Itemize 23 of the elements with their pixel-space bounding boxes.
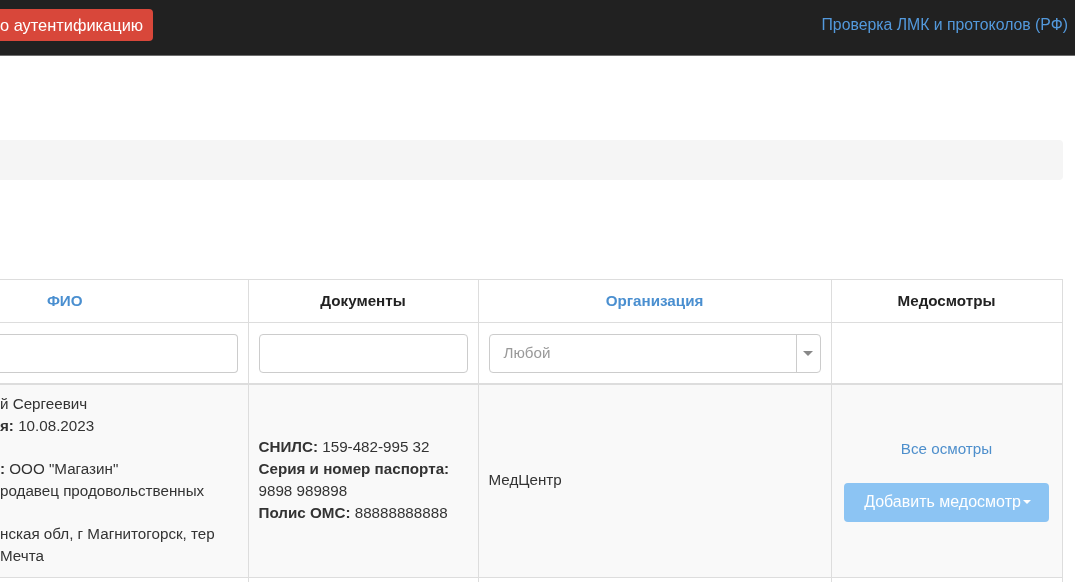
document-detail: Серия и номер паспорта: 9898 989898 (258, 459, 451, 501)
column-header: Документы (320, 292, 406, 310)
person-detail: я: 10.08.2023 (0, 415, 96, 436)
person-detail: й Сергеевич (0, 394, 89, 414)
person-detail: Мечта (0, 545, 45, 566)
caret-icon (1022, 499, 1031, 504)
filter-input[interactable] (0, 333, 238, 373)
organization-name: МедЦентр (488, 470, 562, 488)
person-detail: родавец продовольственных (0, 480, 206, 501)
document-detail: Полис ОМС: 88888888888 (258, 502, 449, 523)
authentication-button[interactable]: о аутентификацию (0, 9, 154, 41)
check-link[interactable]: Проверка ЛМК и протоколов (РФ) (821, 9, 1068, 41)
organization-select[interactable]: Любой (488, 333, 821, 373)
add-exam-button[interactable]: Добавить медосмотр (844, 482, 1049, 522)
all-exams-link[interactable]: Все осмотры (841, 437, 1052, 460)
caret-icon (803, 350, 813, 356)
sort-column-link[interactable]: ФИО (46, 292, 83, 310)
filter-input[interactable] (258, 333, 468, 373)
person-detail: нская обл, г Магнитогорск, тер (0, 524, 216, 545)
sort-column-link[interactable]: Организация (605, 292, 704, 310)
person-detail: : ООО "Магазин" (0, 459, 120, 480)
column-header: Медосмотры (897, 292, 996, 310)
document-detail: СНИЛС: 159-482-995 32 (258, 437, 431, 458)
